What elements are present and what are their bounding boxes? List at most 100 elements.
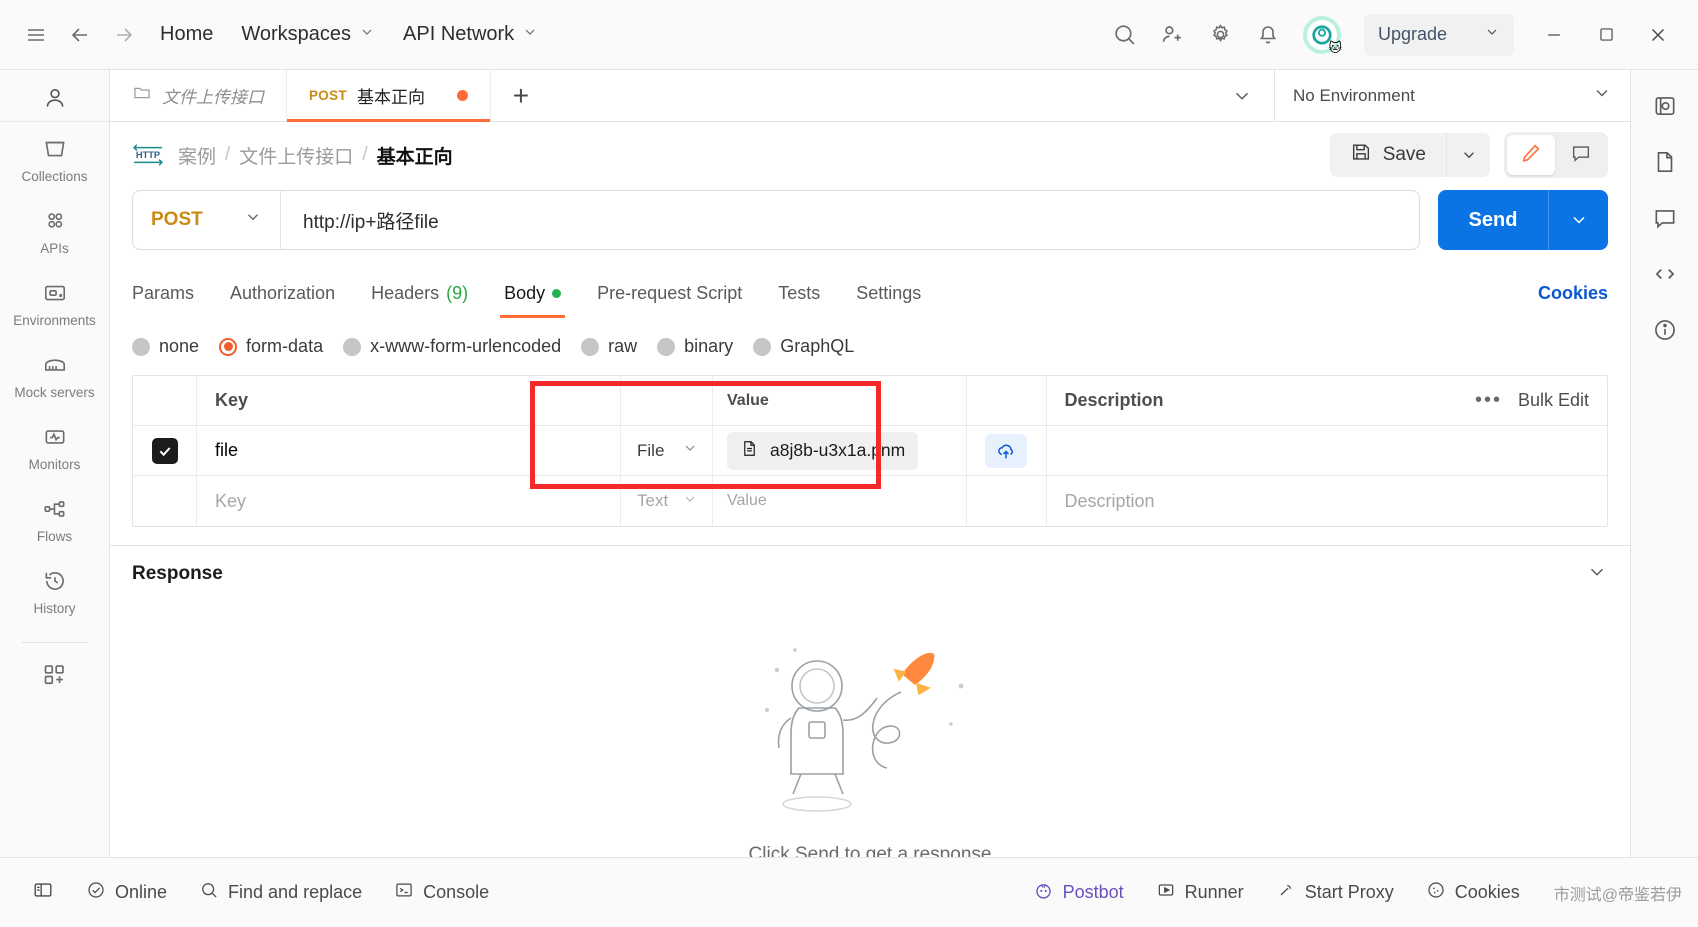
bell-icon[interactable] xyxy=(1246,13,1290,57)
send-options-chevron-down-icon[interactable] xyxy=(1548,190,1608,250)
workspaces-menu[interactable]: Workspaces xyxy=(227,23,389,46)
save-button[interactable]: Save xyxy=(1330,133,1446,177)
row-checkbox-cell xyxy=(133,476,197,526)
runner-button[interactable]: Runner xyxy=(1140,880,1260,905)
save-options-chevron-down-icon[interactable] xyxy=(1446,133,1490,177)
url-input[interactable]: http://ip+路径file xyxy=(281,191,1419,249)
document-icon xyxy=(740,439,759,463)
row-checkbox-checked[interactable] xyxy=(151,437,178,464)
tab-tests[interactable]: Tests xyxy=(760,272,838,314)
api-network-menu[interactable]: API Network xyxy=(389,23,552,46)
search-icon[interactable] xyxy=(1102,13,1146,57)
home-link[interactable]: Home xyxy=(146,23,227,46)
watermark-text: 市测试@帝鉴若伊 xyxy=(1553,886,1682,904)
console-button[interactable]: Console xyxy=(378,880,505,905)
sidebar-item-apis[interactable]: APIs xyxy=(0,194,109,266)
tab-request-basic-positive[interactable]: POST 基本正向 xyxy=(287,70,491,122)
sidebar-item-flows[interactable]: Flows xyxy=(0,482,109,554)
row-type-value: File xyxy=(637,440,665,460)
breadcrumb-item-2[interactable]: 文件上传接口 xyxy=(239,142,353,169)
online-status[interactable]: Online xyxy=(70,880,183,905)
body-type-none[interactable]: none xyxy=(132,336,199,357)
vault-icon[interactable] xyxy=(1641,82,1689,130)
radio-selected-icon xyxy=(219,337,238,356)
row-key-input[interactable]: Key xyxy=(197,476,621,526)
radio-label: x-www-form-urlencoded xyxy=(370,336,562,356)
tab-authorization[interactable]: Authorization xyxy=(212,272,353,314)
start-proxy-button[interactable]: Start Proxy xyxy=(1260,880,1410,905)
find-and-replace-button[interactable]: Find and replace xyxy=(183,880,378,905)
sidebar-item-history[interactable]: History xyxy=(0,554,109,626)
body-type-binary[interactable]: binary xyxy=(657,336,733,357)
sidebar-user-avatar[interactable] xyxy=(0,70,109,122)
gear-icon[interactable] xyxy=(1198,13,1242,57)
sidebar-item-monitors[interactable]: Monitors xyxy=(0,410,109,482)
maximize-button[interactable] xyxy=(1580,11,1632,59)
left-sidebar: Collections APIs Environments Mock serve… xyxy=(0,70,110,857)
cloud-upload-icon[interactable] xyxy=(985,433,1027,468)
send-button[interactable]: Send xyxy=(1438,190,1548,250)
headers-count-badge: (9) xyxy=(446,282,469,303)
header-checkbox-cell xyxy=(133,376,197,425)
api-network-label: API Network xyxy=(403,23,515,45)
row-key-input[interactable]: file xyxy=(197,426,621,475)
body-type-raw[interactable]: raw xyxy=(581,336,637,357)
documentation-icon[interactable] xyxy=(1641,138,1689,186)
tab-settings[interactable]: Settings xyxy=(838,272,939,314)
row-value-placeholder: Value xyxy=(727,492,767,509)
play-icon xyxy=(1156,880,1176,905)
tab-params[interactable]: Params xyxy=(132,272,212,314)
new-tab-button[interactable]: + xyxy=(491,70,551,121)
tab-pre-request-script[interactable]: Pre-request Script xyxy=(579,272,760,314)
row-type-value: Text xyxy=(637,491,669,510)
bulk-edit-button[interactable]: Bulk Edit xyxy=(1518,390,1589,411)
row-description-input[interactable]: Description xyxy=(1047,476,1347,526)
arrow-right-icon[interactable] xyxy=(102,13,146,57)
sidebar-item-environments[interactable]: Environments xyxy=(0,266,109,338)
right-sidebar xyxy=(1630,70,1698,857)
comment-mode-button[interactable] xyxy=(1557,135,1605,175)
body-type-x-www-form-urlencoded[interactable]: x-www-form-urlencoded xyxy=(343,336,561,357)
row-type-select[interactable]: File xyxy=(621,426,713,475)
tab-file-upload-collection[interactable]: 文件上传接口 xyxy=(110,70,287,121)
hamburger-icon[interactable] xyxy=(14,13,58,57)
ellipsis-icon[interactable]: ••• xyxy=(1475,389,1502,412)
minimize-button[interactable] xyxy=(1528,11,1580,59)
sidebar-new-element-icon[interactable] xyxy=(0,647,109,702)
body-type-form-data[interactable]: form-data xyxy=(219,336,323,357)
arrow-left-icon[interactable] xyxy=(58,13,102,57)
upgrade-button[interactable]: Upgrade xyxy=(1364,13,1514,56)
person-add-icon[interactable] xyxy=(1150,13,1194,57)
info-icon[interactable] xyxy=(1641,306,1689,354)
row-type-select[interactable]: Text xyxy=(621,476,713,526)
sidebar-item-collections[interactable]: Collections xyxy=(0,122,109,194)
response-collapse-chevron-down-icon[interactable] xyxy=(1586,561,1608,588)
row-description-input[interactable] xyxy=(1047,426,1347,475)
radio-icon xyxy=(657,337,676,356)
postbot-button[interactable]: Postbot xyxy=(1017,880,1140,906)
row-value-input[interactable]: Value xyxy=(713,476,967,526)
chevron-down-icon xyxy=(682,440,698,461)
row-upload-cell xyxy=(967,476,1047,526)
sidebar-item-label: Mock servers xyxy=(14,385,95,400)
tab-body[interactable]: Body xyxy=(486,272,579,318)
code-snippet-icon[interactable] xyxy=(1641,250,1689,298)
selected-file-chip[interactable]: a8j8b-u3x1a.pnm xyxy=(727,431,919,470)
cookies-button[interactable]: Cookies xyxy=(1410,880,1536,905)
http-method-select[interactable]: POST xyxy=(133,191,281,249)
sidebar-toggle-button[interactable] xyxy=(16,879,70,906)
edit-mode-button[interactable] xyxy=(1507,135,1555,175)
close-button[interactable] xyxy=(1632,11,1684,59)
comments-icon[interactable] xyxy=(1641,194,1689,242)
comment-icon xyxy=(1570,142,1592,169)
avatar[interactable]: 🐱 xyxy=(1302,15,1342,55)
cookies-link[interactable]: Cookies xyxy=(1538,283,1608,304)
body-type-graphql[interactable]: GraphQL xyxy=(753,336,854,357)
breadcrumb-item-1[interactable]: 案例 xyxy=(178,142,216,169)
environment-selector[interactable]: No Environment xyxy=(1274,70,1630,121)
row-checkbox-cell xyxy=(133,426,197,475)
tab-label: Tests xyxy=(778,282,821,303)
sidebar-item-mock-servers[interactable]: Mock servers xyxy=(0,338,109,410)
tab-headers[interactable]: Headers (9) xyxy=(353,272,486,314)
tab-overflow-chevron-down-icon[interactable] xyxy=(1210,70,1274,121)
